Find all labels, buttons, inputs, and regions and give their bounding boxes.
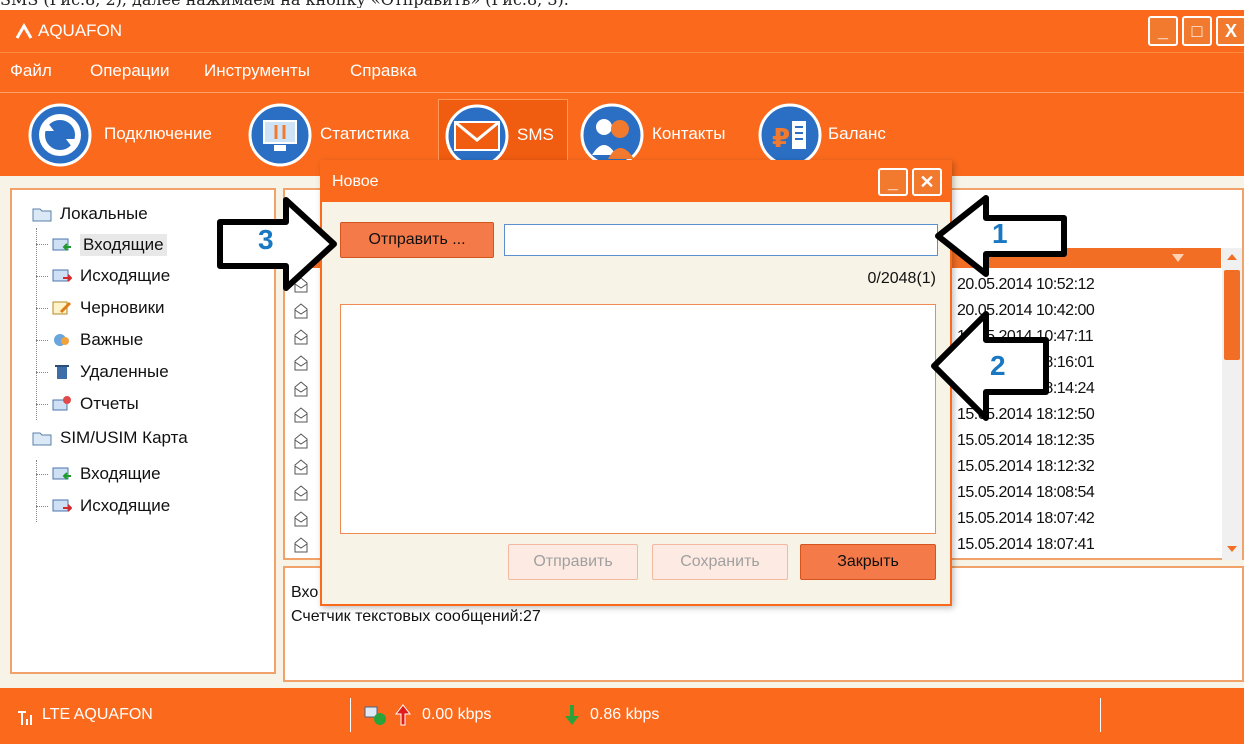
- maximize-button[interactable]: □: [1182, 16, 1212, 46]
- dialog-title-bar: Новое _ ✕: [322, 162, 950, 202]
- message-body-input[interactable]: [340, 304, 936, 534]
- menu-help[interactable]: Справка: [350, 61, 417, 81]
- trash-icon: [55, 365, 69, 379]
- document-caption: SMS (Рис.8, 2), далее нажимаем на кнопку…: [0, 0, 1244, 8]
- tree-sim-inbox[interactable]: Входящие: [52, 464, 161, 484]
- dialog-title: Новое: [332, 173, 379, 190]
- download-speed: 0.86 kbps: [590, 706, 660, 723]
- message-date: 15.05.2014 18:08:54: [957, 484, 1095, 501]
- scrollbar-thumb[interactable]: [1224, 270, 1240, 360]
- sms-message-icon: [294, 433, 308, 449]
- sms-message-icon: [294, 485, 308, 501]
- toolbar-contacts[interactable]: Контакты: [580, 99, 750, 169]
- tree-sim-outbox[interactable]: Исходящие: [52, 496, 170, 516]
- new-message-dialog: Новое _ ✕ Отправить ... 0/2048(1) Отправ…: [320, 160, 952, 606]
- folder-icon: [32, 432, 52, 446]
- toolbar-sms[interactable]: SMS: [438, 99, 568, 169]
- sms-icon: [445, 104, 509, 168]
- important-icon: [54, 334, 69, 346]
- outbox-icon: [52, 499, 72, 512]
- detail-sms-counter: Счетчик текстовых сообщений:27: [291, 608, 541, 625]
- folder-icon: [32, 208, 52, 222]
- minimize-button[interactable]: _: [1148, 16, 1178, 46]
- message-date: 15.05.2014 18:12:35: [957, 432, 1095, 449]
- toolbar-statistics[interactable]: Статистика: [248, 99, 434, 169]
- contacts-icon: [580, 103, 644, 167]
- tree-sim[interactable]: SIM/USIM Карта: [32, 428, 188, 448]
- statistics-icon: [248, 103, 312, 167]
- sms-message-icon: [294, 459, 308, 475]
- list-scrollbar[interactable]: [1222, 248, 1242, 560]
- scroll-up-icon[interactable]: [1226, 252, 1238, 262]
- annotation-arrow-3-icon: [217, 197, 337, 291]
- menu-tools[interactable]: Инструменты: [204, 61, 310, 81]
- menu-operations[interactable]: Операции: [90, 61, 170, 81]
- tree-local-inbox[interactable]: Входящие: [52, 234, 167, 256]
- tree-local-reports[interactable]: Отчеты: [52, 394, 139, 414]
- upload-arrow-icon: [395, 704, 411, 726]
- close-button[interactable]: Закрыть: [800, 544, 936, 580]
- char-counter: 0/2048(1): [867, 270, 937, 287]
- sms-message-icon: [294, 355, 308, 371]
- connection-status-icon: [364, 706, 386, 725]
- tree-local-drafts[interactable]: Черновики: [52, 298, 165, 318]
- reports-icon: [52, 396, 71, 411]
- toolbar-connection-label: Подключение: [104, 124, 212, 143]
- aquafon-logo-icon: [15, 23, 33, 39]
- dialog-minimize-button[interactable]: _: [878, 168, 908, 196]
- app-title: AQUAFON: [38, 21, 123, 40]
- tree-local-deleted[interactable]: Удаленные: [52, 362, 169, 382]
- svg-text:₽: ₽: [772, 124, 790, 154]
- download-arrow-icon: [565, 705, 579, 725]
- message-date: 15.05.2014 18:07:42: [957, 510, 1095, 527]
- tree-local-outbox[interactable]: Исходящие: [52, 266, 170, 286]
- sms-message-icon: [294, 381, 308, 397]
- message-date: 15.05.2014 18:07:41: [957, 536, 1095, 553]
- balance-icon: ₽: [758, 103, 822, 167]
- sms-message-icon: [294, 329, 308, 345]
- sms-message-icon: [294, 511, 308, 527]
- message-date: 20.05.2014 10:52:12: [957, 276, 1095, 293]
- upload-speed: 0.00 kbps: [422, 706, 492, 723]
- signal-icon: [18, 711, 32, 725]
- connection-icon: [28, 103, 92, 167]
- inbox-icon: [52, 238, 71, 251]
- dialog-close-icon[interactable]: ✕: [912, 168, 942, 196]
- close-window-button[interactable]: X: [1216, 16, 1244, 46]
- title-bar: AQUAFON _ □ X: [0, 10, 1244, 52]
- tree-local[interactable]: Локальные: [32, 204, 148, 224]
- send-to-button[interactable]: Отправить ...: [340, 222, 494, 258]
- annotation-number-1: 1: [992, 218, 1008, 249]
- save-button[interactable]: Сохранить: [652, 544, 788, 580]
- sms-message-icon: [294, 407, 308, 423]
- annotation-number-2: 2: [990, 350, 1006, 381]
- detail-line-1: Вхо: [291, 584, 319, 601]
- toolbar-sms-label: SMS: [517, 125, 554, 144]
- toolbar-connection[interactable]: Подключение: [28, 99, 238, 169]
- toolbar-balance[interactable]: ₽ Баланс: [758, 99, 918, 169]
- toolbar-statistics-label: Статистика: [320, 124, 410, 143]
- inbox-icon: [52, 467, 71, 480]
- annotation-number-3: 3: [258, 224, 274, 255]
- send-button[interactable]: Отправить: [508, 544, 638, 580]
- network-status: LTE AQUAFON: [42, 706, 153, 723]
- sort-arrow-icon[interactable]: [1171, 252, 1185, 264]
- menu-bar: Файл Операции Инструменты Справка: [0, 52, 1244, 92]
- sms-message-icon: [294, 303, 308, 319]
- sms-message-icon: [294, 537, 308, 553]
- tree-local-important[interactable]: Важные: [52, 330, 143, 350]
- message-date: 15.05.2014 18:12:32: [957, 458, 1095, 475]
- toolbar-contacts-label: Контакты: [652, 124, 726, 143]
- recipient-input[interactable]: [504, 224, 938, 256]
- menu-file[interactable]: Файл: [10, 61, 52, 81]
- drafts-icon: [52, 301, 72, 315]
- status-bar: LTE AQUAFON 0.00 kbps 0.86 kbps: [0, 688, 1244, 744]
- toolbar-balance-label: Баланс: [828, 124, 886, 143]
- scroll-down-icon[interactable]: [1226, 544, 1238, 554]
- outbox-icon: [52, 269, 72, 282]
